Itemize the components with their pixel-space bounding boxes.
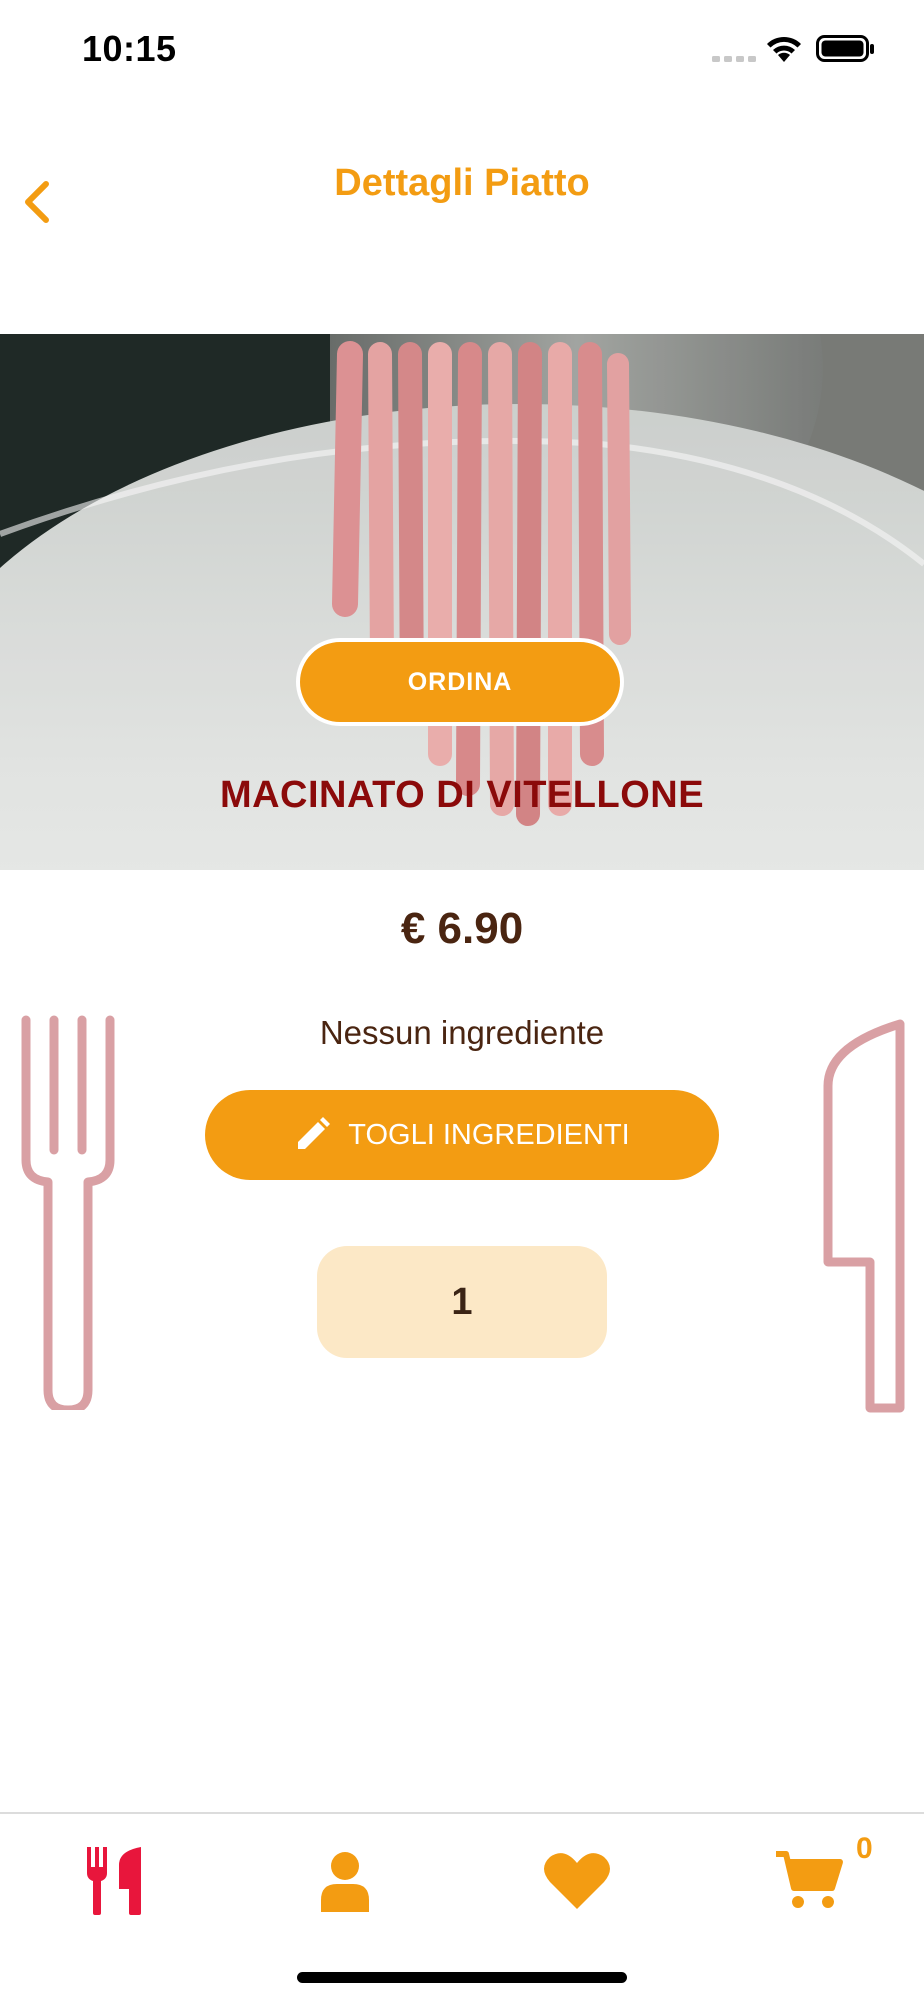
remove-ingredients-label: TOGLI INGREDIENTI	[348, 1118, 630, 1151]
dish-price: € 6.90	[400, 904, 524, 953]
user-icon	[321, 1852, 369, 1912]
status-bar: 10:15	[0, 0, 924, 100]
cart-icon	[776, 1851, 843, 1908]
tab-cart[interactable]	[754, 1836, 864, 1926]
order-button[interactable]: ORDINA	[296, 638, 624, 726]
heart-icon	[544, 1853, 610, 1909]
quantity-value: 1	[451, 1280, 473, 1323]
quantity-field[interactable]: 1	[317, 1246, 607, 1358]
tab-favorites[interactable]	[522, 1836, 632, 1926]
knife-icon	[823, 1019, 905, 1413]
wifi-icon	[767, 36, 801, 62]
dish-image: ORDINA MACINATO DI VITELLONE	[0, 334, 924, 870]
ingredients-summary: Nessun ingrediente	[319, 1014, 605, 1051]
battery-icon	[816, 35, 874, 62]
home-indicator	[297, 1972, 627, 1983]
nav-bar: Dettagli Piatto	[0, 100, 924, 330]
fork-knife-icon	[87, 1847, 141, 1915]
cart-count-badge: 0	[856, 1832, 873, 1865]
dish-name: MACINATO DI VITELLONE	[219, 774, 705, 816]
remove-ingredients-button[interactable]: TOGLI INGREDIENTI	[205, 1090, 719, 1180]
tab-bar: 0	[0, 1812, 924, 2002]
signal-icon	[712, 56, 756, 62]
pencil-icon	[298, 1117, 331, 1149]
fork-icon	[21, 1015, 115, 1410]
status-time: 10:15	[82, 28, 177, 69]
tab-menu[interactable]	[60, 1836, 170, 1926]
page-title: Dettagli Piatto	[334, 162, 590, 204]
tab-profile[interactable]	[290, 1836, 400, 1926]
